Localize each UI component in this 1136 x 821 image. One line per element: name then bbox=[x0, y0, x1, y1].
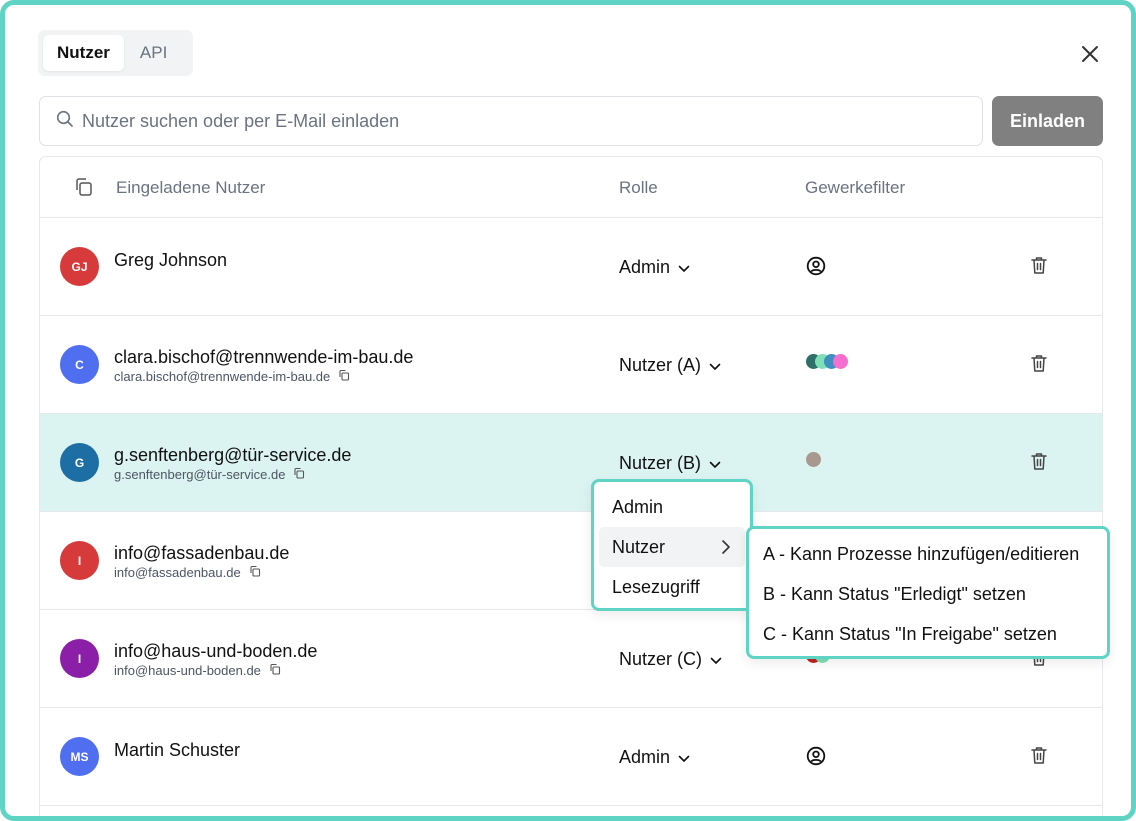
menu-item-lesezugriff[interactable]: Lesezugriff bbox=[599, 567, 745, 607]
user-email: g.senftenberg@tür-service.de bbox=[114, 467, 286, 482]
search-icon bbox=[56, 110, 74, 133]
role-select[interactable]: Nutzer (B) bbox=[619, 453, 721, 474]
trade-filter[interactable] bbox=[806, 256, 826, 281]
user-name: info@haus-und-boden.de bbox=[114, 641, 318, 661]
trash-icon[interactable] bbox=[1030, 353, 1048, 378]
menu-item-nutzer[interactable]: Nutzer bbox=[599, 527, 745, 567]
user-email: info@fassadenbau.de bbox=[114, 565, 241, 580]
user-email-line: info@fassadenbau.de bbox=[114, 565, 261, 580]
copy-icon[interactable] bbox=[74, 177, 94, 202]
table-row[interactable]: Gg.senftenberg@tür-service.de g.senftenbe… bbox=[40, 414, 1102, 512]
header-role: Rolle bbox=[619, 178, 658, 197]
submenu-item-c[interactable]: C - Kann Status "In Freigabe" setzen bbox=[749, 614, 1107, 654]
role-value: Admin bbox=[619, 257, 671, 277]
trade-color-dot bbox=[806, 452, 821, 467]
trade-filter[interactable] bbox=[806, 354, 848, 369]
avatar: I bbox=[60, 639, 99, 678]
table-header: Eingeladene Nutzer Rolle Gewerkefilter bbox=[40, 157, 1102, 218]
users-table: Eingeladene Nutzer Rolle Gewerkefilter G… bbox=[39, 156, 1103, 816]
role-select[interactable]: Nutzer (A) bbox=[619, 355, 721, 376]
menu-item-admin[interactable]: Admin bbox=[599, 487, 745, 527]
search-field[interactable] bbox=[39, 96, 983, 146]
trade-filter[interactable] bbox=[806, 746, 826, 771]
user-email-line: clara.bischof@trennwende-im-bau.de bbox=[114, 369, 350, 384]
avatar: C bbox=[60, 345, 99, 384]
trash-icon[interactable] bbox=[1030, 255, 1048, 280]
user-name: clara.bischof@trennwende-im-bau.de bbox=[114, 347, 414, 367]
chevron-down-icon bbox=[678, 257, 690, 278]
user-circle-icon bbox=[806, 256, 826, 281]
avatar: G bbox=[60, 443, 99, 482]
table-row[interactable]: Cclara.bischof@trennwende-im-bau.de clara… bbox=[40, 316, 1102, 414]
user-email: info@haus-und-boden.de bbox=[114, 663, 261, 678]
menu-item-label: Nutzer bbox=[612, 536, 666, 557]
invite-button[interactable]: Einladen bbox=[992, 96, 1103, 146]
user-name: Greg Johnson bbox=[114, 250, 228, 270]
copy-icon[interactable] bbox=[293, 467, 305, 482]
trade-color-dot bbox=[833, 354, 848, 369]
chevron-down-icon bbox=[678, 747, 690, 768]
role-select[interactable]: Admin bbox=[619, 257, 690, 278]
tab-nutzer[interactable]: Nutzer bbox=[43, 35, 124, 71]
chevron-down-icon bbox=[710, 649, 722, 670]
header-trade-filter: Gewerkefilter bbox=[805, 178, 906, 197]
user-name: g.senftenberg@tür-service.de bbox=[114, 445, 352, 465]
user-circle-icon bbox=[806, 746, 826, 771]
user-email: clara.bischof@trennwende-im-bau.de bbox=[114, 369, 331, 384]
submenu-item-b[interactable]: B - Kann Status "Erledigt" setzen bbox=[749, 574, 1107, 614]
role-select[interactable]: Nutzer (C) bbox=[619, 649, 722, 670]
search-input[interactable] bbox=[82, 110, 962, 132]
tab-bar: Nutzer API bbox=[38, 30, 193, 76]
role-value: Nutzer (A) bbox=[619, 355, 702, 375]
copy-icon[interactable] bbox=[338, 369, 350, 384]
trade-filter[interactable] bbox=[806, 452, 821, 467]
tab-api[interactable]: API bbox=[126, 35, 181, 71]
table-row[interactable]: MS Martin Schuster Admin bbox=[40, 708, 1102, 806]
copy-icon[interactable] bbox=[249, 565, 261, 580]
user-email-line: g.senftenberg@tür-service.de bbox=[114, 467, 305, 482]
avatar: MS bbox=[60, 737, 99, 776]
chevron-down-icon bbox=[709, 453, 721, 474]
trash-icon[interactable] bbox=[1030, 451, 1048, 476]
chevron-down-icon bbox=[709, 355, 721, 376]
avatar: GJ bbox=[60, 247, 99, 286]
role-submenu: A - Kann Prozesse hinzufügen/editieren B… bbox=[746, 526, 1110, 659]
trash-icon[interactable] bbox=[1030, 745, 1048, 770]
invite-users-dialog: Nutzer API Einladen Eingeladene Nutzer R… bbox=[0, 0, 1136, 821]
role-value: Nutzer (C) bbox=[619, 649, 703, 669]
avatar: I bbox=[60, 541, 99, 580]
chevron-right-icon bbox=[721, 539, 731, 560]
role-dropdown-menu: Admin Nutzer Lesezugriff bbox=[591, 479, 753, 611]
submenu-item-a[interactable]: A - Kann Prozesse hinzufügen/editieren bbox=[749, 534, 1107, 574]
user-email-line: info@haus-und-boden.de bbox=[114, 663, 281, 678]
role-select[interactable]: Admin bbox=[619, 747, 690, 768]
close-icon[interactable] bbox=[1075, 39, 1105, 69]
copy-icon[interactable] bbox=[269, 663, 281, 678]
role-value: Nutzer (B) bbox=[619, 453, 702, 473]
role-value: Admin bbox=[619, 747, 671, 767]
table-row[interactable]: GJ Greg Johnson Admin bbox=[40, 218, 1102, 316]
user-name: Martin Schuster bbox=[114, 740, 241, 760]
header-invited-users: Eingeladene Nutzer bbox=[116, 178, 266, 197]
user-name: info@fassadenbau.de bbox=[114, 543, 290, 563]
